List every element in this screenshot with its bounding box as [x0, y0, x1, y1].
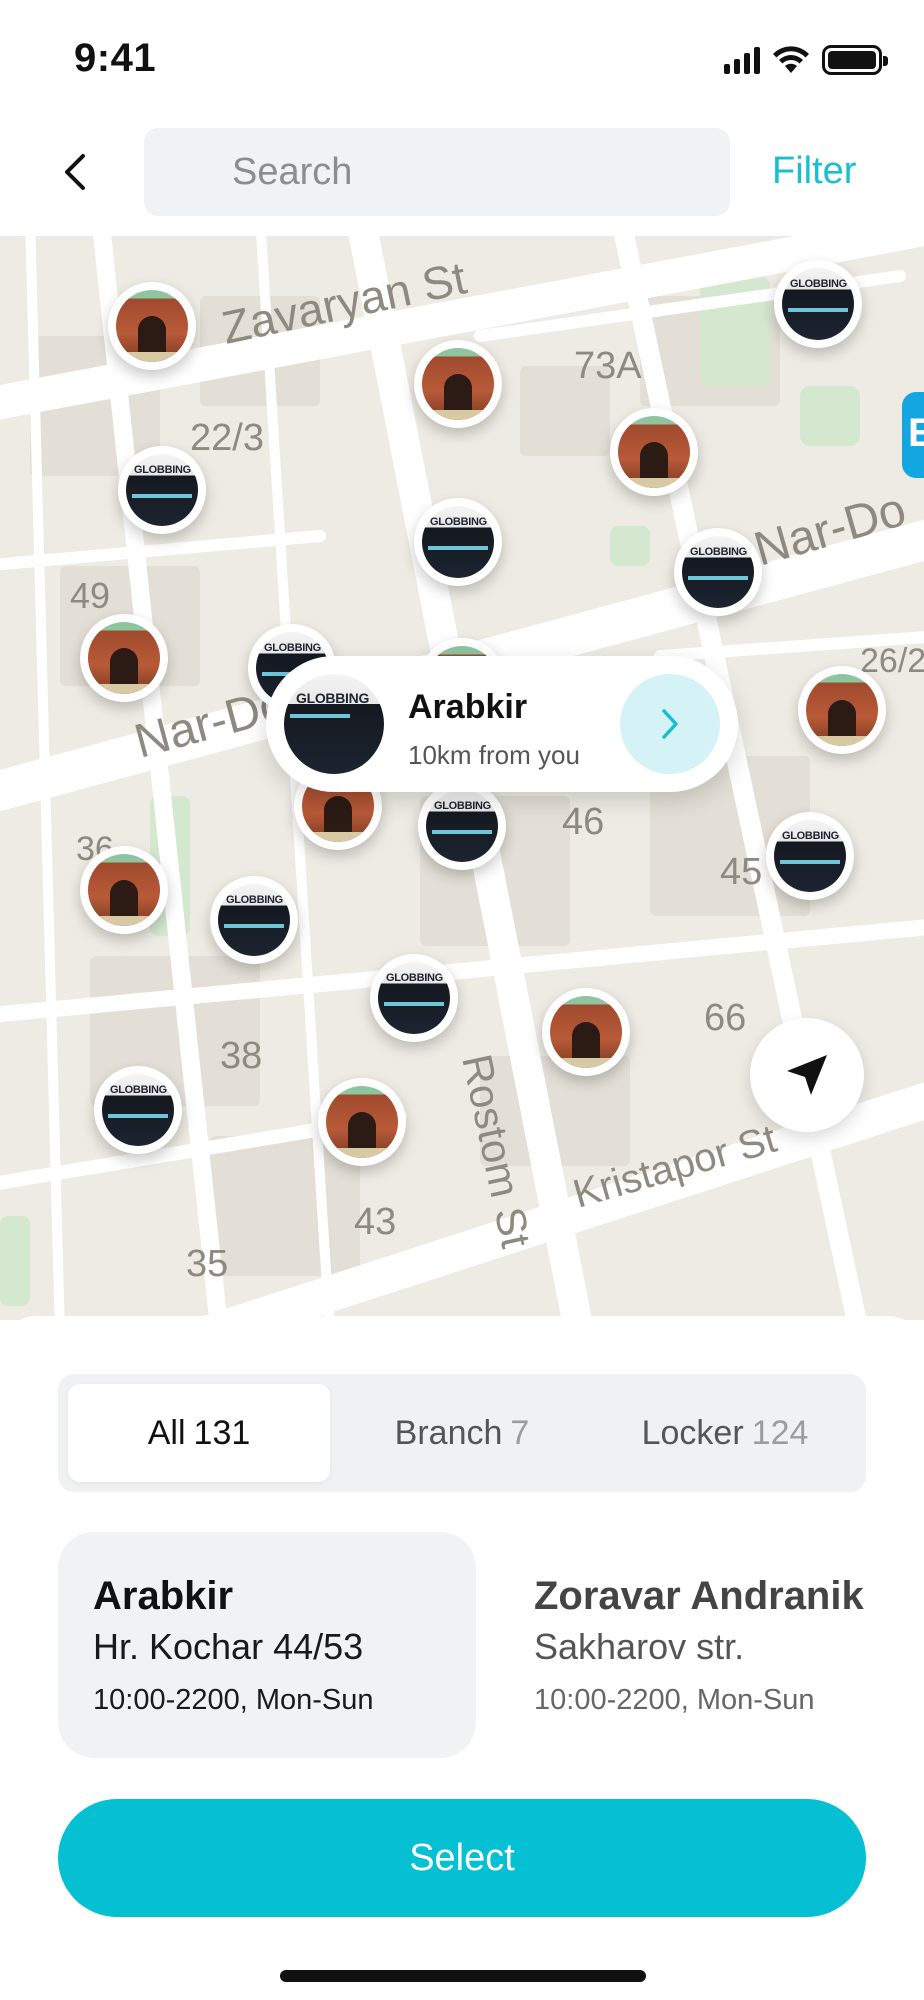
chevron-right-icon [662, 709, 678, 739]
chevron-left-icon [65, 154, 85, 190]
svg-text:46: 46 [562, 801, 604, 843]
battery-icon [822, 45, 888, 75]
home-indicator [280, 1970, 646, 1982]
location-card[interactable]: Arabkir Hr. Kochar 44/53 10:00-2200, Mon… [58, 1532, 476, 1758]
svg-text:E: E [908, 411, 924, 455]
card-hours: 10:00-2200, Mon-Sun [534, 1684, 815, 1716]
svg-text:66: 66 [704, 997, 746, 1039]
map-pin-branch[interactable] [414, 340, 502, 428]
map-pin-locker[interactable]: GLOBBING [674, 528, 762, 616]
map-pin-branch[interactable] [80, 846, 168, 934]
bottom-sheet: All 131 Branch 7 Locker 124 Arabkir Hr. Koc… [0, 1316, 924, 2000]
back-button[interactable] [52, 150, 96, 194]
svg-text:38: 38 [220, 1035, 262, 1077]
map-pin-branch[interactable] [108, 282, 196, 370]
map-pin-locker[interactable]: GLOBBING [118, 446, 206, 534]
map-pin-locker[interactable]: GLOBBING [774, 260, 862, 348]
popup-details-button[interactable] [620, 674, 720, 774]
card-address: Hr. Kochar 44/53 [93, 1626, 364, 1667]
search-input[interactable] [144, 128, 730, 216]
status-time: 9:41 [74, 36, 157, 80]
locate-me-button[interactable] [750, 1018, 864, 1132]
location-popup[interactable]: GLOBBING Arabkir 10km from you [266, 656, 738, 792]
card-address: Sakharov str. [534, 1626, 745, 1667]
svg-text:22/3: 22/3 [190, 417, 264, 459]
svg-text:45: 45 [720, 851, 762, 893]
popup-thumbnail: GLOBBING [284, 674, 384, 774]
status-bar: 9:41 [0, 0, 924, 110]
wifi-icon [773, 46, 809, 73]
svg-text:73A: 73A [574, 345, 642, 387]
tab-count: 7 [510, 1413, 530, 1452]
type-segmented-control: All 131 Branch 7 Locker 124 [58, 1374, 866, 1492]
popup-distance: 10km from you [408, 740, 580, 770]
svg-text:49: 49 [70, 575, 110, 616]
map-pin-locker[interactable]: GLOBBING [418, 782, 506, 870]
select-button[interactable]: Select [58, 1799, 866, 1917]
map-pin-branch[interactable] [798, 666, 886, 754]
card-hours: 10:00-2200, Mon-Sun [93, 1684, 374, 1716]
tab-locker[interactable]: Locker 124 [594, 1384, 856, 1482]
svg-text:35: 35 [186, 1243, 228, 1285]
cellular-signal-icon [724, 46, 760, 74]
map-pin-branch[interactable] [542, 988, 630, 1076]
search-box[interactable] [144, 128, 730, 216]
tab-label: Locker [641, 1413, 744, 1452]
navigation-arrow-icon [787, 1055, 827, 1095]
popup-title: Arabkir [408, 688, 528, 726]
tab-count: 131 [193, 1413, 251, 1452]
svg-text:43: 43 [354, 1201, 396, 1243]
map-pin-branch[interactable] [318, 1078, 406, 1166]
filter-link[interactable]: Filter [772, 150, 856, 193]
card-name: Arabkir [93, 1574, 234, 1618]
map-pin-locker[interactable]: GLOBBING [94, 1066, 182, 1154]
tab-count: 124 [751, 1413, 809, 1452]
status-icons [724, 44, 888, 76]
location-card[interactable]: Zoravar Andranik Sakharov str. 10:00-220… [504, 1532, 924, 1758]
tab-branch[interactable]: Branch 7 [331, 1384, 593, 1482]
svg-text:26/2: 26/2 [860, 642, 924, 680]
map[interactable]: Zavaryan St Nar-Dos St Rostom St Kristap… [0, 236, 924, 1320]
map-pin-branch[interactable] [80, 614, 168, 702]
map-pin-locker[interactable]: GLOBBING [210, 876, 298, 964]
map-pin-locker[interactable]: GLOBBING [766, 812, 854, 900]
map-pin-branch[interactable] [610, 408, 698, 496]
tab-all[interactable]: All 131 [68, 1384, 330, 1482]
map-pin-locker[interactable]: GLOBBING [414, 498, 502, 586]
header: Filter [0, 110, 924, 236]
tab-label: All [147, 1413, 186, 1452]
card-name: Zoravar Andranik [534, 1574, 864, 1618]
tab-label: Branch [394, 1413, 503, 1452]
map-pin-locker[interactable]: GLOBBING [370, 954, 458, 1042]
